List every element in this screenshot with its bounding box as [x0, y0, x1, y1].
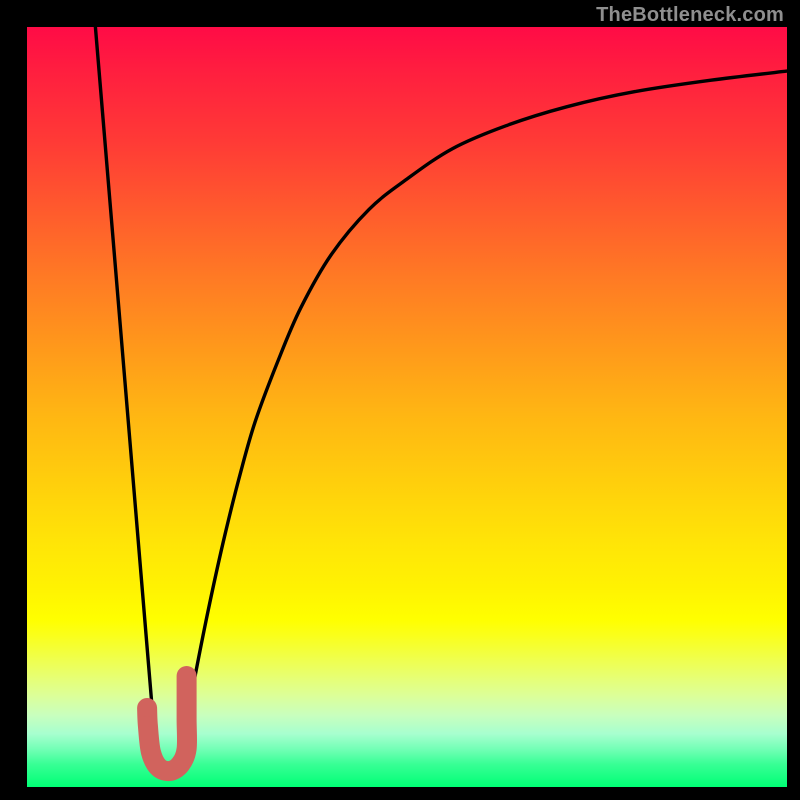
plot-area: [27, 27, 787, 787]
curve-right-branch: [179, 71, 787, 764]
chart-frame: TheBottleneck.com: [0, 0, 800, 800]
accent-j-mark: [147, 676, 187, 771]
curves-svg: [27, 27, 787, 787]
accent-dot: [138, 699, 156, 717]
watermark-text: TheBottleneck.com: [596, 4, 784, 27]
curve-left-branch: [95, 27, 156, 757]
